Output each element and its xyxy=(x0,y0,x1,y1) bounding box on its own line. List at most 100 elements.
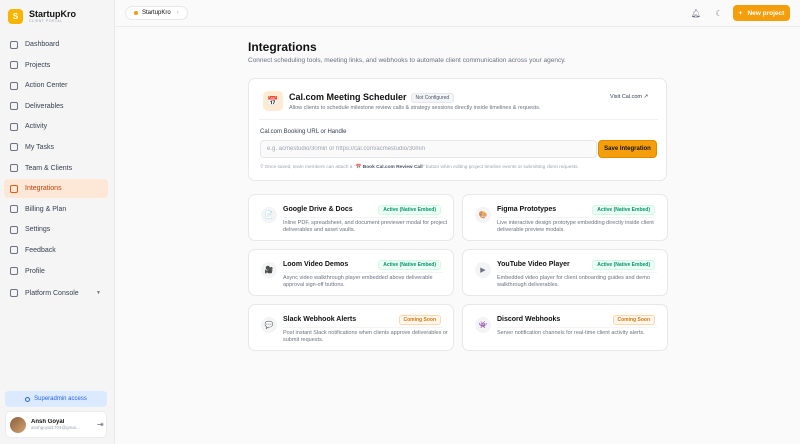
integration-card-google-drive[interactable]: 📄 Google Drive & Docs Active (Native Emb… xyxy=(248,194,454,241)
shield-icon xyxy=(25,396,31,402)
status-badge: Coming Soon xyxy=(398,315,441,325)
status-badge: Active (Native Embed) xyxy=(592,260,655,270)
sidebar-item-label: Deliverables xyxy=(25,102,64,110)
integration-title: Figma Prototypes xyxy=(497,206,557,213)
status-badge: Active (Native Embed) xyxy=(592,205,655,215)
sidebar-item-label: Dashboard xyxy=(25,41,60,48)
integration-description: Server notification channels for real-ti… xyxy=(497,330,645,336)
plug-icon xyxy=(10,184,18,193)
integration-card-discord[interactable]: 👾 Discord Webhooks Coming Soon Server no… xyxy=(462,304,668,351)
sidebar-item-action-center[interactable]: Action Center xyxy=(4,76,108,95)
chat-icon: 💬 xyxy=(261,317,277,333)
integration-card-loom[interactable]: 🎥 Loom Video Demos Active (Native Embed)… xyxy=(248,249,454,296)
integration-card-youtube[interactable]: ▶ YouTube Video Player Active (Native Em… xyxy=(462,249,668,296)
sidebar-item-label: Platform Console xyxy=(25,289,79,297)
divider xyxy=(497,217,657,218)
divider xyxy=(283,327,443,328)
user-email: anshgoyal1704@gmai... xyxy=(31,425,80,430)
sidebar-item-platform-console[interactable]: Platform Console ▼ xyxy=(4,284,108,303)
sidebar-item-label: Settings xyxy=(25,226,51,234)
workspace-switcher[interactable]: StartupKro › xyxy=(125,6,188,20)
brand-subtitle: CLIENT PORTAL xyxy=(29,19,63,23)
new-project-label: New project xyxy=(747,9,785,17)
chevron-right-icon: › xyxy=(176,10,179,16)
integration-description: Post instant Slack notifications when cl… xyxy=(283,330,448,343)
integration-title: Google Drive & Docs xyxy=(283,206,353,213)
sidebar-item-integrations[interactable]: Integrations xyxy=(4,179,108,199)
calcom-description: Allow clients to schedule milestone revi… xyxy=(289,105,541,111)
superadmin-access-button[interactable]: Superadmin access xyxy=(5,391,107,407)
integration-card-slack[interactable]: 💬 Slack Webhook Alerts Coming Soon Post … xyxy=(248,304,454,351)
plus-icon: + xyxy=(738,9,743,17)
booking-url-label: Cal.com Booking URL or Handle xyxy=(260,129,347,135)
page-subtitle: Connect scheduling tools, meeting links,… xyxy=(248,57,566,64)
visit-calcom-link[interactable]: Visit Cal.com ↗ xyxy=(610,94,648,100)
calendar-icon: 📅 xyxy=(263,91,283,111)
moon-icon[interactable]: ☾ xyxy=(714,8,724,18)
user-card[interactable]: Ansh Goyal anshgoyal1704@gmai... ⇥ xyxy=(5,411,107,438)
status-badge: Active (Native Embed) xyxy=(378,260,441,270)
divider xyxy=(259,119,658,120)
superadmin-label: Superadmin access xyxy=(34,396,87,402)
sidebar-item-team-clients[interactable]: Team & Clients xyxy=(4,159,108,178)
divider xyxy=(497,272,657,273)
sidebar-item-projects[interactable]: Projects xyxy=(4,56,108,75)
divider xyxy=(283,217,443,218)
sidebar-item-label: Team & Clients xyxy=(25,164,73,172)
integration-description: Async video walkthrough player embedded … xyxy=(283,275,433,288)
inbox-icon xyxy=(10,81,18,90)
grid-icon xyxy=(10,40,18,49)
divider xyxy=(283,272,443,273)
sidebar-item-label: Billing & Plan xyxy=(25,205,67,213)
sidebar-item-my-tasks[interactable]: My Tasks xyxy=(4,138,108,157)
brand-name: StartupKro xyxy=(29,9,76,19)
booking-url-input[interactable] xyxy=(260,140,597,158)
bell-icon[interactable]: 🔔︎ xyxy=(691,8,701,18)
sidebar-item-label: Projects xyxy=(25,61,51,69)
status-badge: Not Configured xyxy=(410,92,455,103)
gear-icon xyxy=(10,225,18,234)
brand[interactable]: S StartupKro CLIENT PORTAL xyxy=(8,9,76,24)
user-icon xyxy=(10,267,18,276)
status-badge: Coming Soon xyxy=(612,315,655,325)
sidebar-item-deliverables[interactable]: Deliverables xyxy=(4,97,108,116)
page-title: Integrations xyxy=(248,40,317,54)
workspace-name: StartupKro xyxy=(142,10,171,16)
sidebar-item-label: My Tasks xyxy=(25,143,55,151)
sidebar-item-label: Profile xyxy=(25,267,45,275)
sidebar-item-feedback[interactable]: Feedback xyxy=(4,241,108,260)
hint-text: 💡︎ Once saved, team members can attach a… xyxy=(260,165,579,170)
sidebar-item-profile[interactable]: Profile xyxy=(4,262,108,281)
sidebar-item-billing[interactable]: Billing & Plan xyxy=(4,200,108,219)
sidebar-item-dashboard[interactable]: Dashboard xyxy=(4,35,108,54)
chevron-down-icon: ▼ xyxy=(96,290,101,297)
workspace-dot-icon xyxy=(134,11,138,15)
sidebar-item-activity[interactable]: Activity xyxy=(4,117,108,136)
check-icon xyxy=(10,143,18,152)
logout-icon[interactable]: ⇥ xyxy=(97,420,104,429)
integration-description: Live interactive design prototype embedd… xyxy=(497,220,654,233)
new-project-button[interactable]: + New project xyxy=(733,5,790,21)
integration-card-figma[interactable]: 🎨 Figma Prototypes Active (Native Embed)… xyxy=(462,194,668,241)
message-icon xyxy=(10,246,18,255)
status-badge: Active (Native Embed) xyxy=(378,205,441,215)
sidebar-item-label: Action Center xyxy=(25,82,68,90)
sidebar-item-label: Integrations xyxy=(25,185,62,193)
discord-icon: 👾 xyxy=(475,317,491,333)
calcom-card: 📅 Cal.com Meeting Scheduler Not Configure… xyxy=(248,78,667,181)
divider xyxy=(497,327,657,328)
sidebar-item-settings[interactable]: Settings xyxy=(4,220,108,239)
video-camera-icon: 🎥 xyxy=(261,262,277,278)
sidebar-item-label: Feedback xyxy=(25,246,56,254)
pulse-icon xyxy=(10,122,18,131)
sidebar: S StartupKro CLIENT PORTAL Dashboard Pro… xyxy=(0,0,115,444)
save-integration-button[interactable]: Save Integration xyxy=(598,140,657,158)
brand-logo: S xyxy=(8,9,23,24)
integration-title: Slack Webhook Alerts xyxy=(283,316,357,323)
calcom-title: Cal.com Meeting Scheduler Not Configured xyxy=(289,92,455,103)
card-icon xyxy=(10,205,18,214)
shield-icon xyxy=(10,289,18,298)
folder-icon xyxy=(10,61,18,70)
integration-description: Embedded video player for client onboard… xyxy=(497,275,650,288)
document-icon: 📄 xyxy=(261,207,277,223)
